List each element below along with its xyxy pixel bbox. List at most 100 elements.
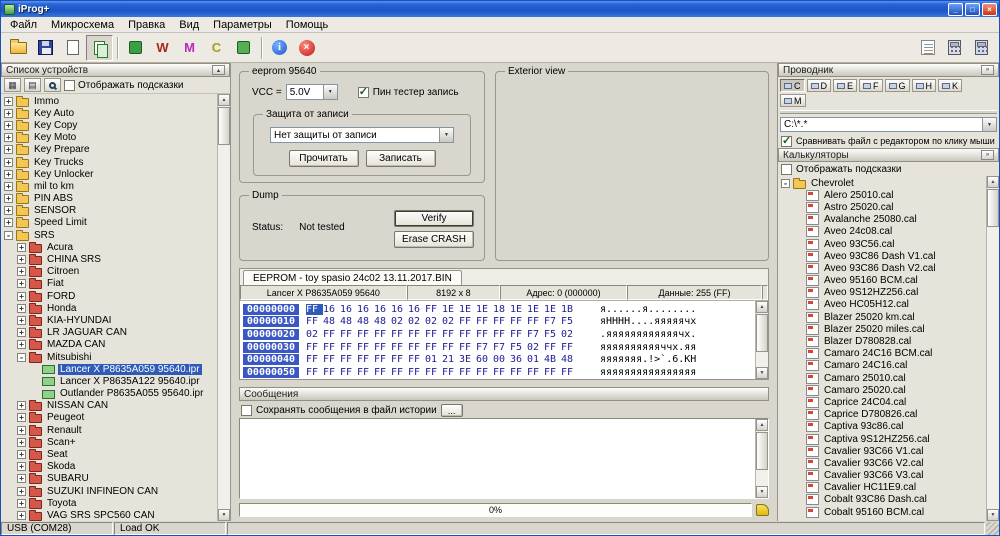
- tree-item[interactable]: + Toyota: [1, 497, 217, 509]
- hex-byte[interactable]: FF: [306, 316, 323, 327]
- hex-byte[interactable]: FF: [442, 329, 459, 340]
- tree-view-button[interactable]: ▦: [4, 78, 21, 92]
- tree-item[interactable]: + Key Trucks: [1, 156, 217, 168]
- hex-byte[interactable]: 1E: [544, 304, 561, 315]
- scrollbar-track[interactable]: [218, 106, 230, 509]
- tree-item[interactable]: + Citroen: [1, 266, 217, 278]
- tree-item[interactable]: + SUBARU: [1, 473, 217, 485]
- tree-item[interactable]: Blazer D780828.cal: [778, 335, 986, 348]
- hex-byte[interactable]: 60: [476, 354, 493, 365]
- close-button[interactable]: ×: [982, 2, 997, 16]
- tree-item[interactable]: Cavalier HC11E9.cal: [778, 482, 986, 494]
- drive-h-button[interactable]: H: [911, 79, 937, 92]
- hex-byte[interactable]: FF: [544, 342, 561, 353]
- hex-byte[interactable]: 16: [391, 304, 408, 315]
- expand-toggle-icon[interactable]: +: [17, 510, 26, 520]
- expand-toggle-icon[interactable]: +: [17, 474, 26, 484]
- tree-item[interactable]: + LR JAGUAR CAN: [1, 327, 217, 339]
- keypad-button[interactable]: [968, 35, 995, 61]
- maximize-button[interactable]: □: [965, 2, 980, 16]
- hex-byte[interactable]: 1E: [442, 304, 459, 315]
- drive-e-button[interactable]: E: [833, 79, 858, 92]
- hex-byte[interactable]: FF: [323, 354, 340, 365]
- tree-item[interactable]: Aveo 24c08.cal: [778, 226, 986, 238]
- save-button[interactable]: [32, 35, 59, 61]
- tree-item[interactable]: + KIA-HYUNDAI: [1, 314, 217, 326]
- hex-byte[interactable]: 48: [561, 354, 578, 365]
- hex-byte[interactable]: FF: [425, 367, 442, 378]
- tree-item[interactable]: + SUZUKI INFINEON CAN: [1, 485, 217, 497]
- tree-item[interactable]: Camaro 24C16 BCM.cal: [778, 348, 986, 360]
- hex-byte[interactable]: FF: [323, 342, 340, 353]
- hex-byte[interactable]: FF: [408, 354, 425, 365]
- tree-item[interactable]: Blazer 25020 miles.cal: [778, 323, 986, 335]
- save-history-checkbox[interactable]: [241, 405, 252, 416]
- compare-checkbox[interactable]: [781, 134, 792, 147]
- expand-toggle-icon[interactable]: +: [17, 462, 26, 472]
- scroll-up-button[interactable]: ▲: [756, 419, 768, 431]
- tree-item[interactable]: Aveo 9S12HZ256.cal: [778, 287, 986, 299]
- tree-item[interactable]: + PIN ABS: [1, 193, 217, 205]
- panel-grip[interactable]: [780, 110, 997, 114]
- tree-item[interactable]: + Key Copy: [1, 119, 217, 131]
- info-button[interactable]: i: [266, 35, 293, 61]
- pin-tester-checkbox[interactable]: [357, 85, 369, 98]
- hex-byte[interactable]: F7: [527, 329, 544, 340]
- hex-byte[interactable]: FF: [425, 342, 442, 353]
- expand-toggle-icon[interactable]: +: [17, 425, 26, 435]
- hex-byte[interactable]: FF: [357, 329, 374, 340]
- tree-item[interactable]: Astro 25020.cal: [778, 201, 986, 213]
- menu-edit[interactable]: Правка: [121, 18, 172, 32]
- hex-byte[interactable]: FF: [459, 316, 476, 327]
- tree-item[interactable]: - Mitsubishi: [1, 351, 217, 363]
- scrollbar-track[interactable]: [756, 431, 768, 486]
- hex-byte[interactable]: FF: [476, 367, 493, 378]
- calculator-button[interactable]: [941, 35, 968, 61]
- hex-byte[interactable]: FF: [357, 367, 374, 378]
- hex-byte[interactable]: FF: [442, 342, 459, 353]
- tree-item[interactable]: Lancer X P8635A122 95640.ipr: [1, 375, 217, 387]
- menu-help[interactable]: Помощь: [279, 18, 336, 32]
- tree-item[interactable]: Aveo HC05H12.cal: [778, 299, 986, 311]
- hex-byte[interactable]: 16: [374, 304, 391, 315]
- hex-byte[interactable]: 16: [408, 304, 425, 315]
- chip-green2-button[interactable]: [230, 35, 257, 61]
- tree-item[interactable]: + Key Unlocker: [1, 168, 217, 180]
- tree-item[interactable]: Avalanche 25080.cal: [778, 214, 986, 226]
- expand-toggle-icon[interactable]: +: [4, 169, 13, 179]
- hex-address[interactable]: 00000020: [243, 328, 299, 340]
- expand-toggle-icon[interactable]: -: [781, 178, 790, 188]
- expand-toggle-icon[interactable]: +: [17, 291, 26, 301]
- hex-ascii[interactable]: яяяяяяя.!>`.6.KH: [600, 354, 696, 365]
- scroll-down-button[interactable]: ▼: [987, 509, 999, 521]
- hex-byte[interactable]: F5: [510, 342, 527, 353]
- hex-address[interactable]: 00000000: [243, 303, 299, 315]
- tree-item[interactable]: Aveo 93C86 Dash V1.cal: [778, 250, 986, 262]
- hex-byte[interactable]: 02: [527, 342, 544, 353]
- open-button[interactable]: [5, 35, 32, 61]
- hex-byte[interactable]: FF: [306, 354, 323, 365]
- hex-byte[interactable]: FF: [476, 316, 493, 327]
- hex-byte[interactable]: F5: [561, 316, 578, 327]
- expand-toggle-icon[interactable]: +: [17, 413, 26, 423]
- hex-byte[interactable]: 4B: [544, 354, 561, 365]
- hex-byte[interactable]: 48: [323, 316, 340, 327]
- messages-scrollbar[interactable]: ▲ ▼: [755, 419, 768, 498]
- drive-g-button[interactable]: G: [884, 79, 910, 92]
- tree-item[interactable]: + Key Prepare: [1, 144, 217, 156]
- hex-byte[interactable]: FF: [323, 329, 340, 340]
- hex-byte[interactable]: FF: [561, 367, 578, 378]
- hex-byte[interactable]: F5: [544, 329, 561, 340]
- tree-item[interactable]: Outlander P8635A055 95640.ipr: [1, 388, 217, 400]
- hex-byte[interactable]: 01: [425, 354, 442, 365]
- tree-item[interactable]: + FORD: [1, 290, 217, 302]
- hex-byte[interactable]: 02: [442, 316, 459, 327]
- hex-byte[interactable]: FF: [493, 316, 510, 327]
- hex-byte[interactable]: FF: [561, 342, 578, 353]
- expand-toggle-icon[interactable]: +: [17, 450, 26, 460]
- tree-item[interactable]: + Immo: [1, 95, 217, 107]
- hex-byte[interactable]: 02: [408, 316, 425, 327]
- tree-item[interactable]: Cobalt 93C86 Dash.cal: [778, 494, 986, 506]
- hex-byte[interactable]: 1E: [527, 304, 544, 315]
- hex-byte[interactable]: 21: [442, 354, 459, 365]
